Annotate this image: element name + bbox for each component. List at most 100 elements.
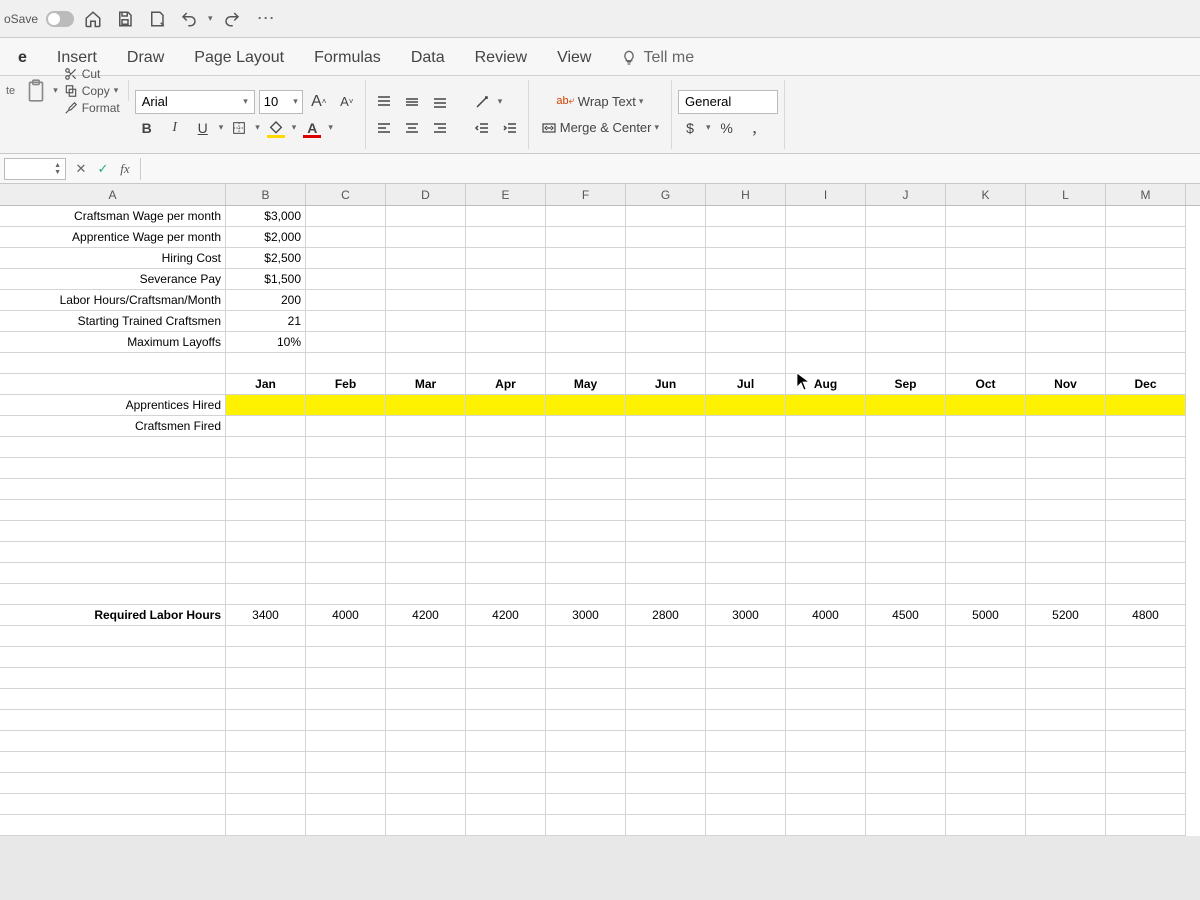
param-value[interactable]: $2,500	[226, 248, 306, 269]
cell[interactable]	[386, 710, 466, 731]
cell[interactable]	[546, 563, 626, 584]
cell[interactable]	[386, 773, 466, 794]
cell[interactable]	[466, 248, 546, 269]
cell[interactable]	[386, 479, 466, 500]
cell[interactable]	[626, 752, 706, 773]
cell[interactable]	[866, 437, 946, 458]
cell[interactable]	[946, 332, 1026, 353]
tab-page-layout[interactable]: Page Layout	[188, 41, 290, 75]
namebox-stepper-icon[interactable]: ▲▼	[54, 162, 61, 176]
row-label[interactable]: Apprentices Hired	[0, 395, 226, 416]
more-icon[interactable]: ⋯	[251, 8, 283, 29]
cell[interactable]	[0, 563, 226, 584]
cell[interactable]	[1026, 689, 1106, 710]
cell[interactable]	[1106, 647, 1186, 668]
cell[interactable]	[306, 206, 386, 227]
cell[interactable]	[1106, 248, 1186, 269]
cell[interactable]	[786, 227, 866, 248]
required-value[interactable]: 5000	[946, 605, 1026, 626]
cell[interactable]	[786, 542, 866, 563]
cell[interactable]	[386, 542, 466, 563]
decision-cell[interactable]	[786, 395, 866, 416]
cell[interactable]	[786, 269, 866, 290]
decision-cell[interactable]	[466, 416, 546, 437]
month-header[interactable]: Oct	[946, 374, 1026, 395]
wrap-text-button[interactable]: ab⤶ Wrap Text ▾	[535, 90, 665, 114]
cell[interactable]	[866, 752, 946, 773]
cell[interactable]	[866, 647, 946, 668]
cell[interactable]	[1026, 311, 1106, 332]
cell[interactable]	[0, 752, 226, 773]
cell[interactable]	[866, 248, 946, 269]
cell[interactable]	[226, 752, 306, 773]
cell[interactable]	[1026, 332, 1106, 353]
decision-cell[interactable]	[946, 416, 1026, 437]
cell[interactable]	[306, 815, 386, 836]
decrease-font-button[interactable]: A˅	[335, 90, 359, 114]
cell[interactable]	[546, 332, 626, 353]
cell[interactable]	[946, 731, 1026, 752]
cell[interactable]	[1106, 227, 1186, 248]
param-value[interactable]: $1,500	[226, 269, 306, 290]
paste-button[interactable]	[23, 78, 49, 104]
cell[interactable]	[946, 479, 1026, 500]
cell[interactable]	[786, 500, 866, 521]
cell[interactable]	[386, 815, 466, 836]
required-value[interactable]: 3000	[546, 605, 626, 626]
cell[interactable]	[386, 731, 466, 752]
cell[interactable]	[546, 773, 626, 794]
undo-icon[interactable]	[176, 6, 202, 32]
decrease-indent-button[interactable]	[470, 116, 494, 140]
cell[interactable]	[306, 248, 386, 269]
cell[interactable]	[866, 521, 946, 542]
cell[interactable]	[466, 815, 546, 836]
sheet-body[interactable]: Craftsman Wage per month$3,000Apprentice…	[0, 206, 1200, 836]
cell[interactable]	[946, 584, 1026, 605]
required-value[interactable]: 4000	[786, 605, 866, 626]
colhead-I[interactable]: I	[786, 184, 866, 205]
cell[interactable]	[1106, 794, 1186, 815]
cell[interactable]	[546, 521, 626, 542]
cell[interactable]	[226, 479, 306, 500]
cell[interactable]	[1106, 500, 1186, 521]
colhead-F[interactable]: F	[546, 184, 626, 205]
cut-button[interactable]: Cut	[62, 66, 122, 82]
cell[interactable]	[1026, 542, 1106, 563]
cell[interactable]	[0, 542, 226, 563]
cell[interactable]	[386, 206, 466, 227]
required-value[interactable]: 4500	[866, 605, 946, 626]
cell[interactable]	[626, 500, 706, 521]
align-left-button[interactable]	[372, 116, 396, 140]
cell[interactable]	[1026, 437, 1106, 458]
required-value[interactable]: 4200	[466, 605, 546, 626]
cell[interactable]	[386, 437, 466, 458]
param-label[interactable]: Hiring Cost	[0, 248, 226, 269]
copy-button[interactable]: Copy▾	[62, 83, 122, 99]
decision-cell[interactable]	[626, 416, 706, 437]
cell[interactable]	[386, 584, 466, 605]
month-header[interactable]: Aug	[786, 374, 866, 395]
cell[interactable]	[546, 542, 626, 563]
cell[interactable]	[306, 458, 386, 479]
cell[interactable]	[1106, 584, 1186, 605]
cell[interactable]	[1026, 248, 1106, 269]
colhead-L[interactable]: L	[1026, 184, 1106, 205]
cell[interactable]	[466, 290, 546, 311]
cell[interactable]	[0, 815, 226, 836]
param-label[interactable]: Labor Hours/Craftsman/Month	[0, 290, 226, 311]
save-icon[interactable]	[112, 6, 138, 32]
cell[interactable]	[626, 647, 706, 668]
cell[interactable]	[946, 311, 1026, 332]
colhead-K[interactable]: K	[946, 184, 1026, 205]
cell[interactable]	[1106, 626, 1186, 647]
cell[interactable]	[1026, 773, 1106, 794]
cell[interactable]	[0, 710, 226, 731]
colhead-D[interactable]: D	[386, 184, 466, 205]
cell[interactable]	[306, 353, 386, 374]
required-value[interactable]: 5200	[1026, 605, 1106, 626]
orientation-caret-icon[interactable]: ▾	[498, 96, 503, 107]
cell[interactable]	[546, 647, 626, 668]
format-painter-button[interactable]: Format	[62, 100, 122, 116]
cell[interactable]	[546, 794, 626, 815]
cell[interactable]	[546, 206, 626, 227]
